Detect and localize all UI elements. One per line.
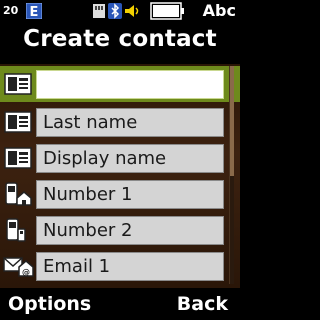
- back-softkey[interactable]: Back: [177, 293, 228, 315]
- field-row-last-name[interactable]: Last name: [0, 104, 240, 140]
- display-name-placeholder: Display name: [43, 148, 167, 169]
- softkey-bar: Options Back: [0, 290, 240, 320]
- svg-text:@: @: [22, 268, 30, 277]
- bluetooth-icon: [108, 3, 122, 19]
- status-bar: 20 E Abc: [0, 0, 240, 24]
- number-1-placeholder: Number 1: [43, 184, 133, 205]
- list-scrollbar[interactable]: [229, 66, 234, 284]
- edge-network-icon: E: [26, 3, 42, 19]
- input-mode-indicator: Abc: [202, 1, 236, 20]
- contact-field-list: Last name Display name Number 1 Number 2…: [0, 64, 240, 288]
- speaker-icon: [125, 5, 139, 17]
- memory-card-icon: [93, 4, 105, 18]
- battery-icon: [150, 2, 184, 20]
- page-title: Create contact: [23, 26, 217, 52]
- email-1-placeholder: Email 1: [43, 256, 111, 277]
- field-row-number-2[interactable]: Number 2: [0, 212, 240, 248]
- last-name-input[interactable]: Last name: [36, 108, 224, 137]
- svg-text:E: E: [30, 5, 39, 19]
- number-2-placeholder: Number 2: [43, 220, 133, 241]
- number-2-input[interactable]: Number 2: [36, 216, 224, 245]
- last-name-placeholder: Last name: [43, 112, 138, 133]
- display-name-input[interactable]: Display name: [36, 144, 224, 173]
- mobile-phone-icon: [6, 218, 26, 242]
- last-name-card-icon: [4, 111, 32, 133]
- display-name-card-icon: [4, 147, 32, 169]
- number-1-input[interactable]: Number 1: [36, 180, 224, 209]
- first-name-input[interactable]: [36, 70, 224, 99]
- home-phone-icon: [5, 182, 32, 206]
- field-row-number-1[interactable]: Number 1: [0, 176, 240, 212]
- status-time: 20: [3, 4, 19, 17]
- email-1-input[interactable]: Email 1: [36, 252, 224, 281]
- scrollbar-thumb[interactable]: [230, 66, 234, 176]
- options-softkey[interactable]: Options: [8, 293, 91, 315]
- field-row-display-name[interactable]: Display name: [0, 140, 240, 176]
- field-row-email-1[interactable]: @ Email 1: [0, 248, 240, 284]
- first-name-card-icon: [4, 73, 32, 95]
- home-email-icon: @: [3, 257, 34, 277]
- field-row-first-name[interactable]: [0, 66, 240, 102]
